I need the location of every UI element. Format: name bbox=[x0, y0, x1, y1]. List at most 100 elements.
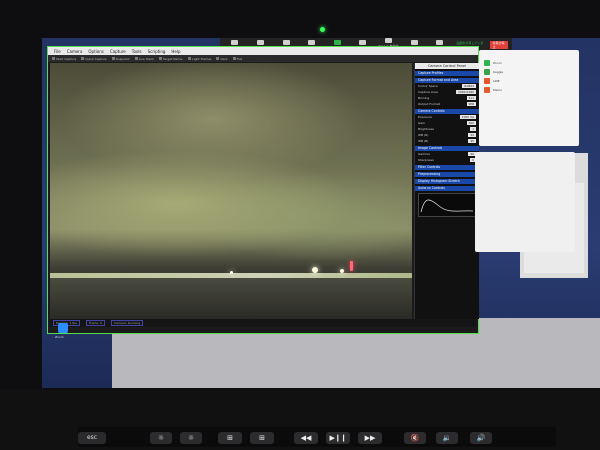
toolbar-item-7[interactable]: Flat bbox=[232, 57, 242, 61]
app-icon bbox=[484, 86, 490, 93]
laptop-screen: ミュートビデオの停止セキュリティ参加者新しい共有共有の一時停止コメントを付けるリ… bbox=[42, 38, 600, 388]
chat-list-header bbox=[479, 50, 579, 58]
app-status-bar: Preview: 1 fpsFrame: 0Camera: Running bbox=[50, 319, 476, 327]
stop-share-button[interactable]: 共有の停止 bbox=[490, 41, 508, 49]
section-header-7[interactable]: Autorun Controls bbox=[415, 186, 479, 191]
control-value[interactable]: 300 bbox=[466, 121, 476, 125]
toolbar-item-2[interactable]: Snapshot bbox=[111, 57, 130, 61]
status-item-1: Frame: 0 bbox=[85, 320, 106, 326]
control-panel-title: Camera Control Panel bbox=[415, 63, 479, 69]
menu-item-help[interactable]: Help bbox=[171, 49, 180, 54]
touch-bar-key-6[interactable]: ▶▶ bbox=[358, 432, 382, 444]
checkbox-icon bbox=[134, 57, 138, 60]
sea-area bbox=[50, 278, 412, 319]
control-label: WB (B) bbox=[418, 139, 429, 143]
menu-item-options[interactable]: Options bbox=[88, 49, 103, 54]
toolbar-item-label: Quick Capture bbox=[85, 56, 107, 61]
toolbar-item-0[interactable]: Start Capture bbox=[52, 57, 76, 61]
control-value[interactable]: 1936x1096 bbox=[456, 90, 476, 94]
touch-bar-key-0[interactable]: ☼ bbox=[150, 432, 172, 444]
more-icon bbox=[436, 40, 444, 45]
chat-item-3[interactable]: Memo bbox=[479, 85, 579, 94]
section-header-0[interactable]: Capture Profiles bbox=[415, 71, 479, 76]
menu-item-scripting[interactable]: Scripting bbox=[148, 49, 166, 54]
control-label: Colour Space bbox=[418, 84, 438, 88]
esc-key[interactable]: esc bbox=[78, 432, 106, 444]
toolbar-item-label: Target Name: bbox=[163, 56, 184, 61]
control-label: Gamma bbox=[418, 152, 430, 156]
menu-item-camera[interactable]: Camera bbox=[67, 49, 83, 54]
pause-icon bbox=[359, 40, 367, 45]
message-window bbox=[475, 152, 575, 252]
checkbox-icon bbox=[52, 57, 55, 60]
chat-item-1[interactable]: Kaggle bbox=[479, 67, 579, 76]
app-icon bbox=[484, 77, 490, 84]
toolbar-item-6[interactable]: Dark bbox=[216, 56, 228, 61]
control-sections: Capture Profiles Capture Format and Area C… bbox=[415, 71, 479, 191]
toolbar-item-3[interactable]: Live Stack bbox=[134, 56, 155, 61]
toolbar-item-1[interactable]: Quick Capture bbox=[81, 56, 107, 61]
control-label: WB (R) bbox=[418, 133, 429, 137]
histogram-curve bbox=[420, 199, 474, 213]
control-value[interactable]: 1 bbox=[470, 127, 476, 131]
video-camera-icon bbox=[256, 40, 264, 45]
remote-control-icon bbox=[410, 40, 418, 45]
control-row: WB (B) 95 bbox=[415, 138, 479, 144]
red-beacon-light bbox=[350, 261, 353, 271]
checkbox-icon bbox=[188, 57, 192, 60]
menu-item-tools[interactable]: Tools bbox=[132, 49, 142, 54]
touch-bar-key-7[interactable]: 🔇 bbox=[404, 432, 426, 444]
chat-list-window: Zoom Kaggle LINE Memo bbox=[479, 50, 579, 146]
section-header-4[interactable]: Filter Controls bbox=[415, 165, 479, 170]
control-value[interactable]: 1x1 bbox=[466, 96, 476, 100]
harbor-light bbox=[230, 271, 233, 274]
toolbar-item-label: Live Stack bbox=[138, 56, 155, 61]
control-value[interactable]: SER bbox=[466, 102, 476, 106]
section-header-6[interactable]: Display Histogram Stretch bbox=[415, 179, 479, 184]
touch-bar-key-5[interactable]: ▶❙❙ bbox=[326, 432, 350, 444]
app-icon bbox=[484, 68, 490, 75]
chat-item-label: Zoom bbox=[493, 60, 502, 65]
control-value[interactable]: 52 bbox=[468, 133, 476, 137]
control-label: Binning bbox=[418, 96, 430, 100]
checkbox-icon bbox=[111, 57, 115, 60]
app-menu-bar: File Camera Options Capture Tools Scripting He… bbox=[48, 47, 478, 55]
toolbar-item-5[interactable]: Light Frames bbox=[188, 57, 211, 61]
control-label: Capture Area bbox=[418, 90, 438, 94]
chat-item-label: LINE bbox=[493, 78, 500, 83]
zoom-desktop-label: Zoom bbox=[55, 335, 64, 339]
control-value[interactable]: 1000 ms bbox=[459, 115, 476, 119]
touch-bar-key-8[interactable]: 🔉 bbox=[436, 432, 458, 444]
chat-items: Zoom Kaggle LINE Memo bbox=[479, 58, 579, 94]
menu-item-file[interactable]: File bbox=[54, 49, 61, 54]
microphone-icon bbox=[231, 40, 239, 45]
checkbox-icon bbox=[159, 57, 163, 60]
chat-item-0[interactable]: Zoom bbox=[479, 58, 579, 67]
control-value[interactable]: 95 bbox=[468, 139, 476, 143]
shield-icon bbox=[282, 40, 290, 45]
pencil-icon bbox=[384, 38, 392, 43]
zoom-desktop-icon[interactable] bbox=[58, 323, 68, 333]
app-icon bbox=[484, 59, 490, 66]
control-row: Sharpness 0 bbox=[415, 157, 479, 163]
toolbar-item-label: Light Frames bbox=[192, 56, 212, 61]
capture-app-window: File Camera Options Capture Tools Scripting He… bbox=[47, 46, 479, 334]
touch-bar-key-4[interactable]: ◀◀ bbox=[294, 432, 318, 444]
harbor-light bbox=[312, 267, 318, 273]
toolbar-item-4[interactable]: Target Name: bbox=[159, 57, 183, 61]
touch-bar-key-3[interactable]: ⊞ bbox=[250, 432, 274, 444]
chat-item-2[interactable]: LINE bbox=[479, 76, 579, 85]
chat-item-label: Memo bbox=[493, 87, 503, 92]
menu-item-capture[interactable]: Capture bbox=[110, 49, 126, 54]
camera-indicator-light bbox=[320, 27, 325, 32]
touch-bar-key-1[interactable]: ☼ bbox=[180, 432, 202, 444]
touch-bar-key-2[interactable]: ⊞ bbox=[218, 432, 242, 444]
touch-bar-key-9[interactable]: 🔊 bbox=[470, 432, 492, 444]
checkbox-icon bbox=[81, 57, 85, 60]
control-value[interactable]: RGB24 bbox=[462, 84, 476, 88]
chat-item-label: Kaggle bbox=[493, 69, 504, 74]
people-icon bbox=[308, 40, 316, 45]
toolbar-item-label: Dark bbox=[220, 56, 228, 61]
share-screen-icon bbox=[333, 40, 341, 45]
section-header-5[interactable]: Preprocessing bbox=[415, 172, 479, 177]
